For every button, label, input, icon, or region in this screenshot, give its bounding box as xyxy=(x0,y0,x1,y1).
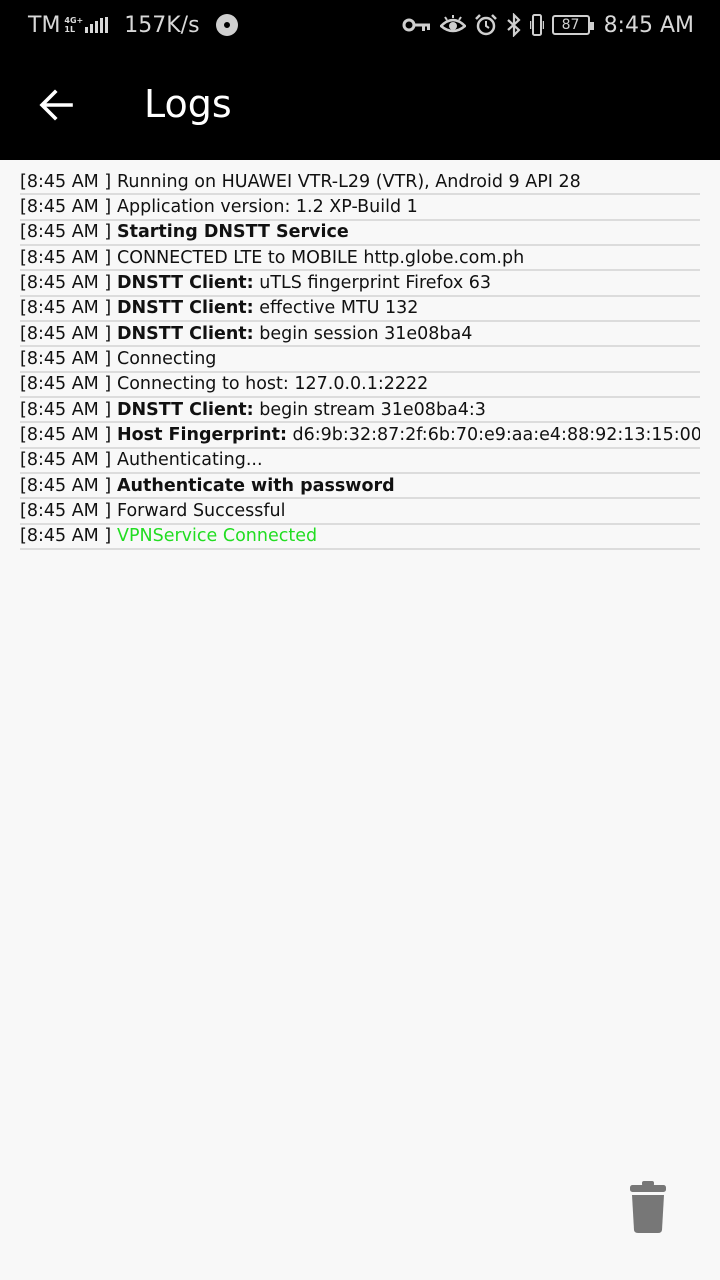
log-text: begin session 31e08ba4 xyxy=(253,323,473,344)
log-timestamp: [8:45 AM ] xyxy=(20,197,112,218)
log-entry: [8:45 AM ] Host Fingerprint: d6:9b:32:87:… xyxy=(20,423,700,449)
signal-icon xyxy=(85,17,110,33)
log-text: Application version: 1.2 XP-Build 1 xyxy=(117,197,418,218)
log-entry: [8:45 AM ] Forward Successful xyxy=(20,499,700,525)
status-bar: TM 4G+ 1L 157K/s 87 8:45 AM xyxy=(0,0,720,50)
log-label: Host Fingerprint: xyxy=(117,425,287,446)
log-label: DNSTT Client: xyxy=(117,298,254,319)
log-message: DNSTT Client: begin session 31e08ba4 xyxy=(117,324,472,344)
log-message: Host Fingerprint: d6:9b:32:87:2f:6b:70:e… xyxy=(117,425,700,445)
log-timestamp: [8:45 AM ] xyxy=(20,399,112,420)
clear-logs-button[interactable] xyxy=(626,1180,670,1234)
log-label: DNSTT Client: xyxy=(117,273,254,294)
log-timestamp: [8:45 AM ] xyxy=(20,349,112,370)
log-message: Connecting xyxy=(117,349,216,369)
log-entry: [8:45 AM ] DNSTT Client: begin session 31… xyxy=(20,322,700,348)
network-type-label: 4G+ xyxy=(64,16,84,25)
log-message: CONNECTED LTE to MOBILE http.globe.com.p… xyxy=(117,248,524,268)
log-timestamp: [8:45 AM ] xyxy=(20,501,112,522)
log-timestamp: [8:45 AM ] xyxy=(20,475,112,496)
log-list[interactable]: [8:45 AM ] Running on HUAWEI VTR-L29 (VTR… xyxy=(20,170,700,551)
log-timestamp: [8:45 AM ] xyxy=(20,323,112,344)
log-timestamp: [8:45 AM ] xyxy=(20,222,112,243)
network-speed: 157K/s xyxy=(124,12,200,38)
log-entry: [8:45 AM ] DNSTT Client: begin stream 31e… xyxy=(20,398,700,424)
log-text: Running on HUAWEI VTR-L29 (VTR), Android… xyxy=(117,171,581,192)
log-timestamp: [8:45 AM ] xyxy=(20,298,112,319)
log-text: Forward Successful xyxy=(117,501,286,522)
battery-level: 87 xyxy=(561,17,580,33)
log-message: Connecting to host: 127.0.0.1:2222 xyxy=(117,374,428,394)
log-text: effective MTU 132 xyxy=(253,298,419,319)
clock: 8:45 AM xyxy=(603,12,694,38)
log-entry: [8:45 AM ] VPNService Connected xyxy=(20,525,700,551)
log-entry: [8:45 AM ] Running on HUAWEI VTR-L29 (VTR… xyxy=(20,170,700,196)
log-text: Authenticate with password xyxy=(117,475,395,496)
network-sub-label: 1L xyxy=(64,25,76,34)
eye-icon xyxy=(439,15,466,35)
back-button[interactable] xyxy=(36,85,76,125)
log-entry: [8:45 AM ] CONNECTED LTE to MOBILE http.g… xyxy=(20,246,700,272)
log-timestamp: [8:45 AM ] xyxy=(20,526,112,547)
log-message: VPNService Connected xyxy=(117,526,317,546)
log-entry: [8:45 AM ] Authenticate with password xyxy=(20,474,700,500)
vpn-status-icon xyxy=(215,14,238,36)
log-timestamp: [8:45 AM ] xyxy=(20,450,112,471)
log-timestamp: [8:45 AM ] xyxy=(20,247,112,268)
log-timestamp: [8:45 AM ] xyxy=(20,374,112,395)
log-entry: [8:45 AM ] Starting DNSTT Service xyxy=(20,221,700,247)
log-entry: [8:45 AM ] Authenticating... xyxy=(20,449,700,475)
page-title: Logs xyxy=(144,82,232,126)
status-bar-left: TM 4G+ 1L 157K/s xyxy=(28,13,238,38)
trash-icon xyxy=(630,1181,666,1233)
log-entry: [8:45 AM ] DNSTT Client: effective MTU 13… xyxy=(20,297,700,323)
log-text: Authenticating... xyxy=(117,450,263,471)
log-text: CONNECTED LTE to MOBILE http.globe.com.p… xyxy=(117,247,525,268)
log-entry: [8:45 AM ] DNSTT Client: uTLS fingerprint… xyxy=(20,271,700,297)
battery-icon: 87 xyxy=(551,15,594,35)
log-text: VPNService Connected xyxy=(117,526,318,547)
arrow-left-icon xyxy=(39,89,73,121)
log-message: Application version: 1.2 XP-Build 1 xyxy=(117,197,418,217)
log-message: Starting DNSTT Service xyxy=(117,222,349,242)
log-message: DNSTT Client: uTLS fingerprint Firefox 6… xyxy=(117,273,491,293)
log-timestamp: [8:45 AM ] xyxy=(20,273,112,294)
log-label: DNSTT Client: xyxy=(117,399,254,420)
log-entry: [8:45 AM ] Connecting to host: 127.0.0.1:… xyxy=(20,373,700,399)
log-label: DNSTT Client: xyxy=(117,323,254,344)
log-text: Starting DNSTT Service xyxy=(117,222,349,243)
vpn-key-icon xyxy=(402,17,432,33)
log-message: Authenticate with password xyxy=(117,476,395,496)
carrier-label: TM xyxy=(28,12,61,38)
log-text: uTLS fingerprint Firefox 63 xyxy=(253,273,492,294)
log-entry: [8:45 AM ] Application version: 1.2 XP-Bu… xyxy=(20,195,700,221)
network-type: 4G+ 1L xyxy=(64,16,83,34)
log-text: d6:9b:32:87:2f:6b:70:e9:aa:e4:88:92:13:1… xyxy=(286,425,700,446)
log-text: begin stream 31e08ba4:3 xyxy=(253,399,486,420)
log-text: Connecting xyxy=(117,349,217,370)
alarm-icon xyxy=(474,13,498,37)
log-message: Forward Successful xyxy=(117,501,286,521)
log-message: DNSTT Client: effective MTU 132 xyxy=(117,298,418,318)
app-bar: Logs xyxy=(0,50,720,160)
status-bar-right: 87 8:45 AM xyxy=(394,13,694,38)
log-message: Running on HUAWEI VTR-L29 (VTR), Android… xyxy=(117,172,581,192)
log-message: DNSTT Client: begin stream 31e08ba4:3 xyxy=(117,400,486,420)
bluetooth-icon xyxy=(506,13,522,37)
log-message: Authenticating... xyxy=(117,450,263,470)
vibrate-icon xyxy=(529,13,544,37)
log-entry: [8:45 AM ] Connecting xyxy=(20,347,700,373)
log-text: Connecting to host: 127.0.0.1:2222 xyxy=(117,374,429,395)
log-timestamp: [8:45 AM ] xyxy=(20,425,112,446)
log-timestamp: [8:45 AM ] xyxy=(20,171,112,192)
